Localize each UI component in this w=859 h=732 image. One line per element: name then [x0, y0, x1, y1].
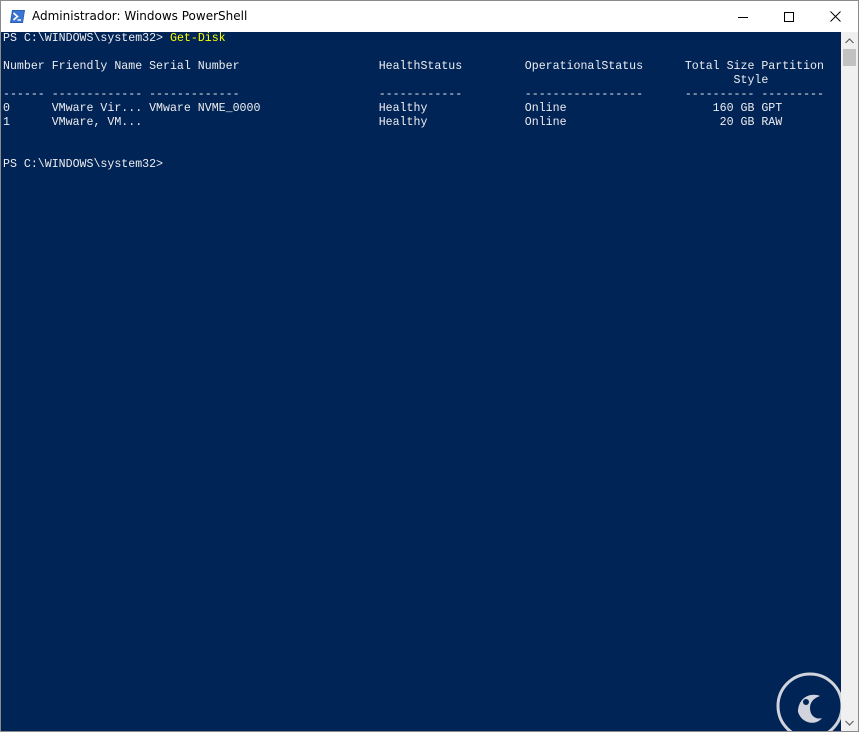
- table-row: 1 VMware, VM... Healthy Online 20 GB RAW: [3, 116, 783, 129]
- close-icon: [829, 11, 841, 22]
- window-title: Administrador: Windows PowerShell: [32, 9, 248, 23]
- minimize-icon: [738, 16, 748, 18]
- maximize-button[interactable]: [766, 1, 812, 32]
- title-bar[interactable]: Administrador: Windows PowerShell: [1, 1, 858, 32]
- prompt: PS C:\WINDOWS\system32>: [3, 158, 170, 171]
- scroll-up-arrow-icon: [845, 37, 854, 43]
- table-row: 0 VMware Vir... VMware NVME_0000 Healthy…: [3, 102, 783, 115]
- table-header-line-1: Number Friendly Name Serial Number Healt…: [3, 60, 824, 73]
- watermark-logo-icon: [776, 672, 841, 731]
- console-output: PS C:\WINDOWS\system32> Get-Disk Number F…: [3, 32, 824, 172]
- powershell-icon: [10, 10, 25, 23]
- table-separator: ------ ------------- ------------- -----…: [3, 88, 824, 101]
- minimize-button[interactable]: [720, 1, 766, 32]
- vertical-scrollbar[interactable]: [841, 32, 858, 731]
- powershell-window: Administrador: Windows PowerShell PS C:\…: [0, 0, 859, 732]
- console-area[interactable]: PS C:\WINDOWS\system32> Get-Disk Number F…: [1, 32, 841, 731]
- prompt-line[interactable]: PS C:\WINDOWS\system32>: [3, 158, 824, 172]
- scroll-up-button[interactable]: [841, 32, 858, 49]
- command-text: Get-Disk: [169, 32, 226, 45]
- scroll-down-button[interactable]: [841, 714, 858, 731]
- close-button[interactable]: [812, 1, 858, 32]
- scroll-down-arrow-icon: [845, 720, 854, 726]
- prompt: PS C:\WINDOWS\system32>: [3, 32, 170, 45]
- maximize-icon: [784, 11, 794, 22]
- scroll-thumb[interactable]: [843, 49, 856, 66]
- command-line: PS C:\WINDOWS\system32> Get-Disk: [3, 32, 824, 46]
- table-header-line-2: Style: [3, 74, 769, 87]
